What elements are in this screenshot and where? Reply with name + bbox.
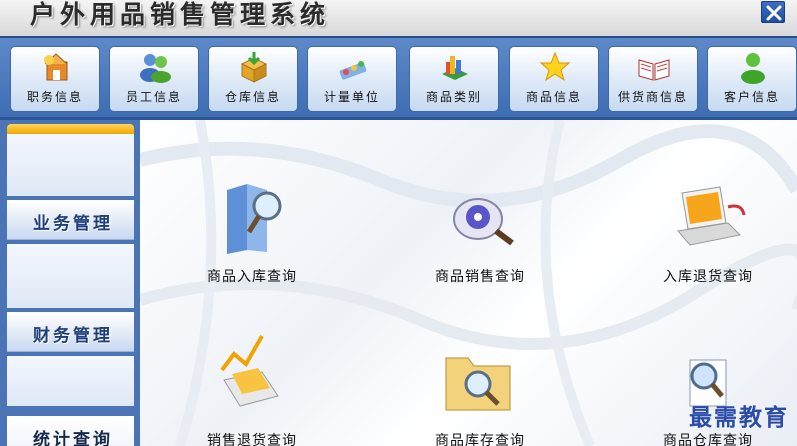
query-label: 商品库存查询 — [435, 433, 525, 446]
laptop-icon — [677, 186, 746, 246]
toolbar-product-info-button[interactable]: 商品信息 — [509, 46, 599, 112]
warehouse-box-icon — [240, 52, 268, 83]
toolbar-customer-info-button[interactable]: 客户信息 — [707, 46, 797, 112]
close-button[interactable] — [761, 1, 785, 23]
toolbar-position-info-button[interactable]: 职务信息 — [10, 46, 100, 112]
toolbar-label: 仓库信息 — [224, 90, 281, 104]
star-icon — [539, 51, 571, 82]
toolbar-category-button[interactable]: 商品类别 — [409, 46, 499, 112]
title-bar: 户外用品销售管理系统 — [0, 0, 797, 36]
disc-search-icon — [453, 198, 514, 246]
briefcase-icon — [44, 53, 68, 81]
close-icon — [766, 5, 782, 21]
query-label: 商品仓库查询 — [663, 433, 753, 446]
book-icon — [638, 59, 670, 81]
toolbar-supplier-info-button[interactable]: 供货商信息 — [608, 46, 698, 112]
users-icon — [140, 54, 171, 83]
toolbar-label: 计量单位 — [323, 90, 380, 104]
toolbar-label: 客户信息 — [723, 90, 780, 104]
query-label: 商品销售查询 — [435, 269, 525, 285]
toolbar-label: 员工信息 — [125, 90, 182, 104]
toolbar-label: 商品类别 — [425, 90, 482, 104]
customer-icon — [741, 53, 765, 84]
sidebar: 业务管理 财务管理 统计查询 — [0, 120, 140, 446]
query-sales-return[interactable]: 销售退货查询 — [172, 330, 332, 446]
book-search-icon — [227, 184, 282, 254]
sidebar-item-finance[interactable]: 财务管理 — [7, 312, 134, 352]
toolbar-label: 商品信息 — [525, 90, 582, 104]
sidebar-item-label: 业务管理 — [33, 214, 113, 234]
sidebar-item-label: 统计查询 — [33, 430, 113, 446]
folder-search-icon — [445, 357, 511, 411]
main-content: 商品入库查询 商品销售查询 入库退货查询 销售退货查询 商品库存查询 商品仓库查… — [140, 120, 797, 446]
watermark-text: 最需教育 — [689, 404, 789, 431]
query-label: 销售退货查询 — [207, 433, 297, 446]
sidebar-item-business[interactable]: 业务管理 — [7, 200, 134, 240]
query-stock-in-return[interactable]: 入库退货查询 — [628, 180, 788, 300]
window-title: 户外用品销售管理系统 — [30, 0, 331, 29]
toolbar-employee-info-button[interactable]: 员工信息 — [109, 46, 199, 112]
query-inventory[interactable]: 商品库存查询 — [400, 330, 560, 446]
sidebar-panel — [7, 244, 134, 308]
sidebar-item-label: 财务管理 — [33, 326, 113, 346]
chart-cards-icon — [220, 335, 279, 407]
query-sales[interactable]: 商品销售查询 — [400, 180, 560, 300]
query-stock-in[interactable]: 商品入库查询 — [172, 180, 332, 300]
query-label: 入库退货查询 — [663, 269, 753, 285]
toolbar-label: 职务信息 — [26, 90, 83, 104]
sidebar-panel — [7, 356, 134, 406]
sidebar-panel — [7, 134, 134, 196]
query-label: 商品入库查询 — [207, 269, 297, 285]
main-toolbar: 职务信息 员工信息 仓库信息 计量单位 商品类别 商品信息 供货商信息 客户信息 — [0, 36, 797, 120]
toolbar-unit-button[interactable]: 计量单位 — [307, 46, 397, 112]
sidebar-top-accent — [7, 124, 134, 134]
sidebar-item-statistics[interactable]: 统计查询 — [7, 416, 134, 446]
toolbar-label: 供货商信息 — [617, 90, 688, 104]
measure-icon — [339, 61, 367, 80]
toolbar-warehouse-info-button[interactable]: 仓库信息 — [208, 46, 298, 112]
category-icon — [442, 56, 468, 80]
